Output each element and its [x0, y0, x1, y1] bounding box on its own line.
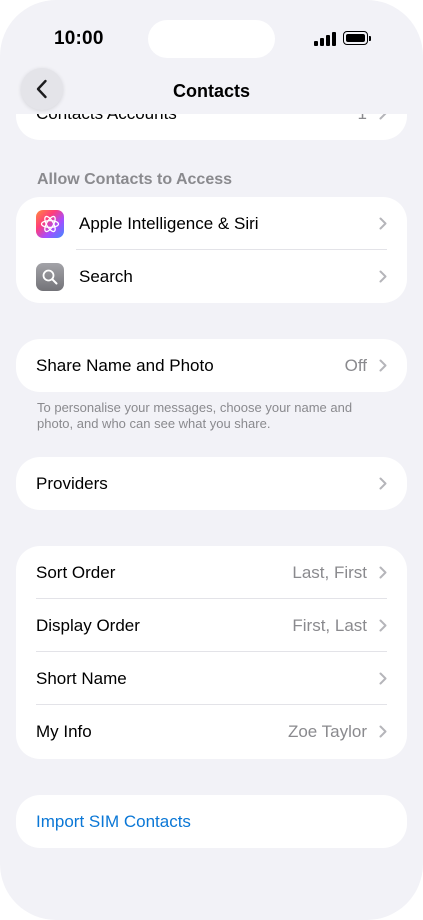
import-sim-contacts-button[interactable]: Import SIM Contacts	[16, 795, 407, 848]
providers-group: Providers	[16, 457, 407, 510]
chevron-right-icon	[379, 359, 387, 372]
search-label: Search	[79, 266, 133, 286]
chevron-right-icon	[379, 477, 387, 490]
short-name-row[interactable]: Short Name	[16, 652, 407, 705]
import-sim-group: Import SIM Contacts	[16, 795, 407, 848]
display-order-row[interactable]: Display Order First, Last	[16, 599, 407, 652]
apple-intelligence-siri-label: Apple Intelligence & Siri	[79, 213, 259, 233]
list-item-search[interactable]: Search	[16, 250, 407, 303]
my-info-label: My Info	[36, 721, 92, 741]
my-info-value: Zoe Taylor	[287, 721, 367, 741]
share-name-group: Share Name and Photo Off	[16, 339, 407, 392]
cellular-signal-icon	[314, 32, 338, 46]
share-name-footer: To personalise your messages, choose you…	[37, 400, 353, 431]
chevron-right-icon	[379, 217, 387, 230]
chevron-right-icon	[379, 566, 387, 579]
search-icon	[36, 262, 64, 291]
order-settings-group: Sort Order Last, First Display Order Fir…	[16, 546, 407, 759]
sort-order-value: Last, First	[292, 562, 367, 582]
allow-contacts-section-header: Allow Contacts to Access	[37, 171, 233, 188]
sort-order-label: Sort Order	[36, 562, 116, 582]
allow-access-group: Apple Intelligence & Siri Search	[16, 197, 407, 303]
share-name-photo-row[interactable]: Share Name and Photo Off	[16, 339, 407, 392]
page-title: Contacts	[172, 81, 250, 101]
share-name-photo-value: Off	[344, 355, 367, 375]
chevron-right-icon	[379, 725, 387, 738]
providers-row[interactable]: Providers	[16, 457, 407, 510]
my-info-row[interactable]: My Info Zoe Taylor	[16, 705, 407, 758]
display-order-label: Display Order	[36, 615, 140, 635]
chevron-right-icon	[379, 619, 387, 632]
short-name-label: Short Name	[36, 668, 127, 688]
chevron-right-icon	[379, 270, 387, 283]
apple-intelligence-siri-icon	[36, 209, 64, 238]
chevron-right-icon	[379, 672, 387, 685]
list-item-apple-intelligence-siri[interactable]: Apple Intelligence & Siri	[16, 197, 407, 250]
import-sim-contacts-label: Import SIM Contacts	[36, 811, 191, 831]
share-name-photo-label: Share Name and Photo	[36, 355, 214, 375]
sort-order-row[interactable]: Sort Order Last, First	[16, 546, 407, 599]
navigation-bar: Contacts	[0, 60, 423, 114]
providers-label: Providers	[36, 473, 108, 493]
battery-icon	[343, 31, 371, 45]
phone-screen: 10:00 Contacts Accounts 1 Contacts Allow…	[0, 0, 423, 920]
dynamic-island	[148, 20, 275, 58]
display-order-value: First, Last	[292, 615, 367, 635]
status-time: 10:00	[54, 28, 104, 49]
